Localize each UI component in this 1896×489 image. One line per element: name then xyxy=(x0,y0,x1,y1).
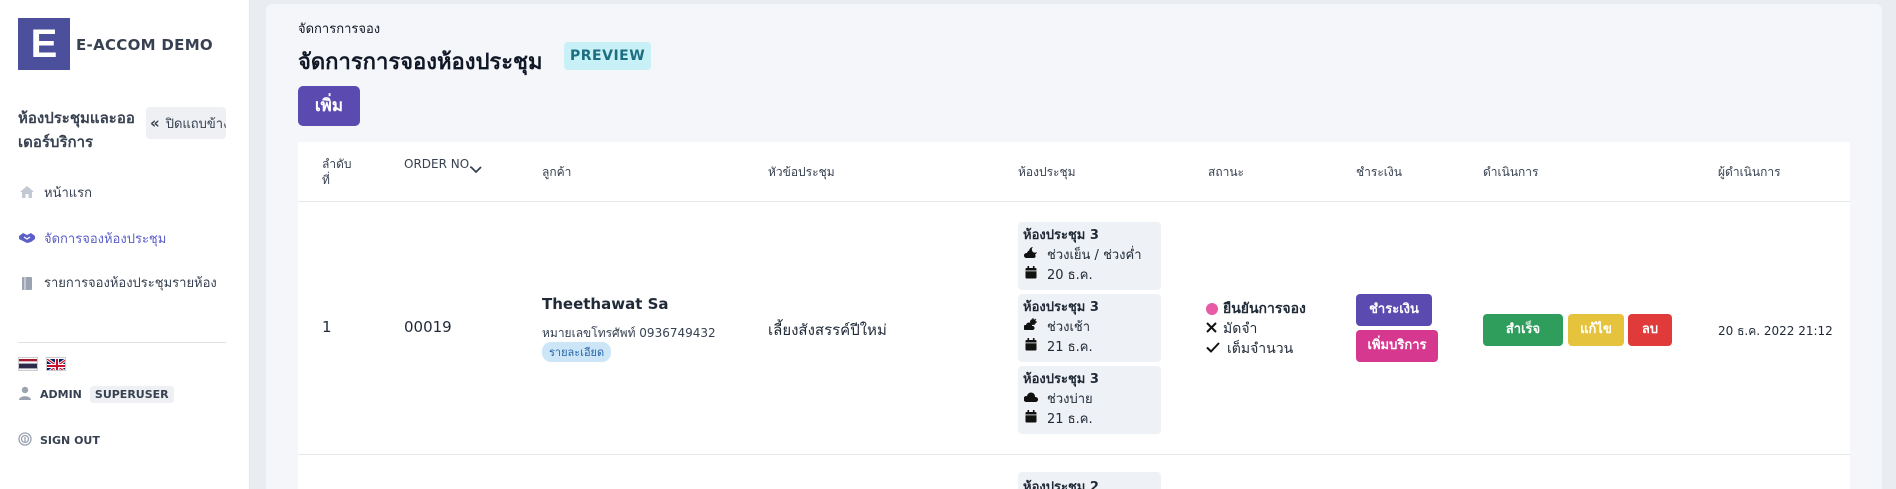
sidebar-section-title: ห้องประชุมและออเดอร์บริการ xyxy=(18,109,135,151)
date-line: 21 ธ.ค. xyxy=(1023,338,1156,358)
column-header-operator: ผู้ดำเนินการ xyxy=(1718,165,1781,179)
row-divider xyxy=(298,454,1850,455)
fingerprint-icon xyxy=(18,432,32,449)
preview-badge: PREVIEW xyxy=(564,42,652,70)
status-full-amount: เต็มจำนวน xyxy=(1206,338,1293,360)
collapse-sidebar-button[interactable]: « ปิดแถบข้าง xyxy=(146,107,226,139)
row-index: 1 xyxy=(322,318,332,336)
room-slot-card: ห้องประชุม 3 ช่วงเย็น / ช่วงค่ำ 20 ธ.ค. xyxy=(1018,222,1161,290)
sidebar-divider xyxy=(18,342,226,343)
date-label: 20 ธ.ค. xyxy=(1047,268,1093,283)
slot-line: ช่วงเช้า xyxy=(1022,318,1156,338)
calendar-icon xyxy=(1023,266,1039,286)
column-header-payment: ชำระเงิน xyxy=(1356,165,1402,179)
app-logo[interactable]: E xyxy=(18,18,70,70)
user-name: ADMIN xyxy=(40,388,82,401)
customer-phone: หมายเลขโทรศัพท์ 0936749432 xyxy=(542,326,716,340)
room-name: ห้องประชุม 3 xyxy=(1023,372,1099,387)
sidebar-item-label: รายการจองห้องประชุมรายห้อง xyxy=(44,276,217,291)
column-header-label: ORDER NO. xyxy=(404,157,473,171)
slot-label: ช่วงบ่าย xyxy=(1047,392,1093,407)
x-icon xyxy=(1206,321,1218,337)
sign-out-button[interactable]: SIGN OUT xyxy=(18,432,100,449)
sidebar-item-label: จัดการจองห้องประชุม xyxy=(44,232,167,247)
user-role-badge: SUPERUSER xyxy=(89,386,174,403)
sidebar-item-room-bookings[interactable]: รายการจองห้องประชุมรายห้อง xyxy=(18,274,233,294)
column-header-customer: ลูกค้า xyxy=(542,165,572,179)
status-deposit: มัดจำ xyxy=(1206,318,1257,340)
room-name: ห้องประชุม 3 xyxy=(1023,300,1099,315)
collapse-label: ปิดแถบข้าง xyxy=(165,117,226,132)
sidebar: E E-ACCOM DEMO ห้องประชุมและออเดอร์บริกา… xyxy=(0,0,250,489)
thai-flag-icon[interactable] xyxy=(18,357,38,371)
double-chevron-left-icon: « xyxy=(150,114,160,132)
app-title: E-ACCOM DEMO xyxy=(76,36,213,54)
cloud-icon xyxy=(1023,390,1039,410)
row-order-no: 00019 xyxy=(404,318,452,336)
success-button[interactable]: สำเร็จ xyxy=(1483,314,1563,346)
sign-out-label: SIGN OUT xyxy=(40,434,100,447)
delete-button[interactable]: ลบ xyxy=(1628,314,1672,346)
date-label: 21 ธ.ค. xyxy=(1047,340,1093,355)
pay-button[interactable]: ชำระเงิน xyxy=(1356,294,1432,326)
slot-line: ช่วงเย็น / ช่วงค่ำ xyxy=(1023,246,1156,266)
meeting-topic: เลี้ยงสังสรรค์ปีใหม่ xyxy=(768,321,887,339)
calendar-icon xyxy=(1023,338,1039,358)
room-slot-card: ห้องประชุม 3 ช่วงเช้า 21 ธ.ค. xyxy=(1018,294,1161,362)
column-header-index: ลำดับ ที่ xyxy=(322,157,352,187)
edit-button[interactable]: แก้ไข xyxy=(1568,314,1624,346)
slot-line: ช่วงบ่าย xyxy=(1023,390,1156,410)
add-service-button[interactable]: เพิ่มบริการ xyxy=(1356,330,1438,362)
sidebar-item-home[interactable]: หน้าแรก xyxy=(18,182,92,203)
slot-label: ช่วงเย็น / ช่วงค่ำ xyxy=(1047,248,1142,263)
uk-flag-icon[interactable] xyxy=(46,357,66,371)
user-menu[interactable]: ADMIN SUPERUSER xyxy=(18,386,174,403)
calendar-icon xyxy=(1023,410,1039,430)
room-name: ห้องประชุม 2 xyxy=(1023,480,1099,489)
room-slot-card: ห้องประชุม 2 xyxy=(1018,472,1161,489)
pink-dot-icon xyxy=(1206,303,1218,315)
date-label: 21 ธ.ค. xyxy=(1047,412,1093,427)
book-icon xyxy=(18,276,36,292)
status-label: มัดจำ xyxy=(1223,321,1258,337)
sort-chevron-icon[interactable] xyxy=(470,162,482,178)
date-line: 21 ธ.ค. xyxy=(1023,410,1156,430)
customer-name: Theethawat Sa xyxy=(542,295,669,313)
column-header-topic: หัวข้อประชุม xyxy=(768,165,835,179)
check-icon xyxy=(1206,341,1222,357)
status-label: ยืนยันการจอง xyxy=(1223,301,1306,317)
bookings-table: ลำดับ ที่ ORDER NO. ลูกค้า หัวข้อประชุม … xyxy=(298,142,1850,489)
room-slot-card: ห้องประชุม 3 ช่วงบ่าย 21 ธ.ค. xyxy=(1018,366,1161,434)
column-header-actions: ดำเนินการ xyxy=(1483,165,1539,179)
status-confirmed: ยืนยันการจอง xyxy=(1206,298,1306,320)
home-icon xyxy=(18,185,36,201)
column-header-status: สถานะ xyxy=(1208,165,1244,179)
breadcrumb: จัดการการจอง xyxy=(298,22,381,37)
table-header: ลำดับ ที่ ORDER NO. ลูกค้า หัวข้อประชุม … xyxy=(298,142,1850,202)
sidebar-item-label: หน้าแรก xyxy=(44,186,92,201)
add-button[interactable]: เพิ่ม xyxy=(298,86,360,126)
room-name: ห้องประชุม 3 xyxy=(1023,228,1099,243)
handshake-icon xyxy=(18,231,36,247)
page-title: จัดการการจองห้องประชุม xyxy=(298,50,543,75)
operator-timestamp: 20 ธ.ค. 2022 21:12 xyxy=(1718,324,1833,338)
status-label: เต็มจำนวน xyxy=(1227,341,1294,357)
details-badge[interactable]: รายละเอียด xyxy=(542,342,612,362)
cloud-moon-icon xyxy=(1023,246,1039,266)
sidebar-item-booking-management[interactable]: จัดการจองห้องประชุม xyxy=(18,228,166,249)
date-line: 20 ธ.ค. xyxy=(1023,266,1156,286)
main-content: จัดการการจอง จัดการการจองห้องประชุม PREV… xyxy=(266,4,1882,489)
slot-label: ช่วงเช้า xyxy=(1047,320,1091,335)
cloud-sun-icon xyxy=(1022,318,1039,338)
column-header-room: ห้องประชุม xyxy=(1018,165,1076,179)
user-icon xyxy=(18,386,32,403)
